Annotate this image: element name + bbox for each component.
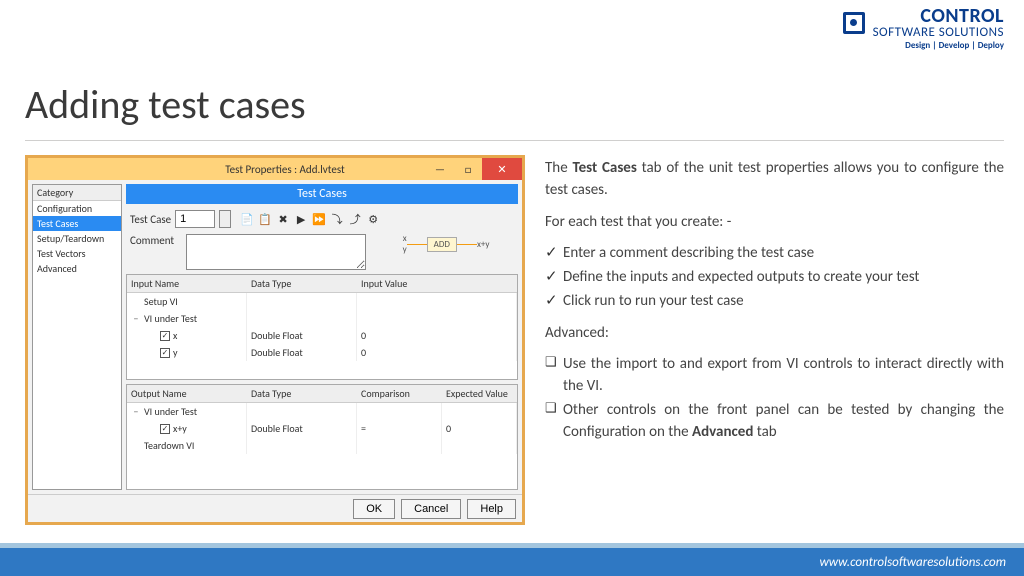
row-type: [247, 403, 357, 420]
slide-title: Adding test cases: [25, 80, 306, 129]
col-data-type[interactable]: Data Type: [247, 275, 357, 292]
row-name: x+y: [173, 422, 187, 435]
table-row[interactable]: − VI under Test: [127, 403, 517, 420]
adv-item-2: Other controls on the front panel can be…: [563, 400, 1004, 444]
sidebar-item-advanced[interactable]: Advanced: [33, 261, 121, 276]
window-titlebar[interactable]: Test Properties : Add.lvtest — □ ✕: [28, 158, 522, 180]
row-name: x: [173, 329, 177, 342]
row-name: y: [173, 346, 178, 359]
row-comparison[interactable]: =: [357, 420, 442, 437]
sidebar-item-test-vectors[interactable]: Test Vectors: [33, 246, 121, 261]
copy-case-icon[interactable]: 📋: [257, 211, 273, 227]
sidebar-item-test-cases[interactable]: Test Cases: [33, 216, 121, 231]
brand-tagline: Design | Develop | Deploy: [843, 39, 1004, 50]
maximize-button[interactable]: □: [454, 158, 482, 180]
row-checkbox[interactable]: ✓: [160, 331, 170, 341]
outputs-grid: Output Name Data Type Comparison Expecte…: [126, 384, 518, 490]
table-row[interactable]: Setup VI: [127, 293, 517, 310]
table-row[interactable]: ✓ x+y Double Float=0: [127, 420, 517, 437]
row-checkbox[interactable]: ✓: [160, 348, 170, 358]
vi-diagram: x y ADD x+y: [378, 234, 514, 256]
cancel-button[interactable]: Cancel: [401, 499, 461, 519]
row-name: VI under Test: [144, 405, 197, 418]
comment-input[interactable]: [186, 234, 366, 270]
col-data-type2[interactable]: Data Type: [247, 385, 357, 402]
diagram-node: ADD: [427, 237, 457, 252]
check-item-0: Enter a comment describing the test case: [563, 243, 1004, 265]
row-expected[interactable]: 0: [442, 420, 517, 437]
test-case-label: Test Case: [130, 213, 171, 226]
row-type: Double Float: [247, 344, 357, 361]
brand-name: CONTROL: [873, 6, 1004, 26]
row-name: VI under Test: [144, 312, 197, 325]
brand-sub: SOFTWARE SOLUTIONS: [873, 26, 1004, 39]
table-row[interactable]: − VI under Test: [127, 310, 517, 327]
desc-paragraph-3: Advanced:: [545, 323, 1004, 345]
help-button[interactable]: Help: [467, 499, 516, 519]
delete-case-icon[interactable]: ✖: [275, 211, 291, 227]
col-expected[interactable]: Expected Value: [442, 385, 517, 402]
row-expected[interactable]: [442, 437, 517, 454]
new-case-icon[interactable]: 📄: [239, 211, 255, 227]
row-type: Double Float: [247, 327, 357, 344]
table-row[interactable]: ✓ y Double Float0: [127, 344, 517, 361]
row-value[interactable]: [357, 310, 517, 327]
row-name: Setup VI: [144, 295, 178, 308]
description-column: The Test Cases tab of the unit test prop…: [545, 158, 1004, 453]
brand-mark-icon: [843, 12, 865, 34]
diagram-out: x+y: [477, 239, 489, 250]
desc-paragraph-1: The Test Cases tab of the unit test prop…: [545, 158, 1004, 202]
row-type: [247, 437, 357, 454]
row-name: Teardown VI: [144, 439, 194, 452]
export-icon[interactable]: ⤴: [347, 211, 363, 227]
col-output-name[interactable]: Output Name: [127, 385, 247, 402]
sidebar-header: Category: [33, 185, 121, 201]
row-value[interactable]: [357, 293, 517, 310]
footer-url: www.controlsoftwaresolutions.com: [819, 555, 1006, 570]
table-row[interactable]: Teardown VI: [127, 437, 517, 454]
check-item-2: Click run to run your test case: [563, 291, 1004, 313]
row-type: [247, 310, 357, 327]
inputs-grid: Input Name Data Type Input Value Setup V…: [126, 274, 518, 380]
test-case-spinner[interactable]: [219, 210, 231, 228]
close-button[interactable]: ✕: [482, 158, 522, 180]
footer-bar: www.controlsoftwaresolutions.com: [0, 548, 1024, 576]
row-value[interactable]: 0: [357, 327, 517, 344]
test-properties-window: Test Properties : Add.lvtest — □ ✕ Categ…: [25, 155, 525, 525]
brand-logo: CONTROL SOFTWARE SOLUTIONS Design | Deve…: [843, 6, 1004, 50]
sidebar-item-configuration[interactable]: Configuration: [33, 201, 121, 216]
adv-item-1: Use the import to and export from VI con…: [563, 354, 1004, 398]
row-value[interactable]: 0: [357, 344, 517, 361]
col-comparison[interactable]: Comparison: [357, 385, 442, 402]
row-type: Double Float: [247, 420, 357, 437]
tree-toggle-icon[interactable]: −: [131, 312, 141, 325]
test-case-number[interactable]: [175, 210, 215, 228]
minimize-button[interactable]: —: [426, 158, 454, 180]
table-row[interactable]: ✓ x Double Float0: [127, 327, 517, 344]
col-input-value[interactable]: Input Value: [357, 275, 517, 292]
run-icon[interactable]: ▶: [293, 211, 309, 227]
category-sidebar: Category ConfigurationTest CasesSetup/Te…: [32, 184, 122, 490]
desc-paragraph-2: For each test that you create: -: [545, 212, 1004, 234]
row-comparison[interactable]: [357, 403, 442, 420]
check-item-1: Define the inputs and expected outputs t…: [563, 267, 1004, 289]
import-icon[interactable]: ⤵: [329, 211, 345, 227]
row-expected[interactable]: [442, 403, 517, 420]
ok-button[interactable]: OK: [353, 499, 395, 519]
tree-toggle-icon[interactable]: −: [131, 405, 141, 418]
diagram-in-y: y: [403, 245, 407, 256]
col-input-name[interactable]: Input Name: [127, 275, 247, 292]
window-icon: [34, 162, 48, 176]
section-banner: Test Cases: [126, 184, 518, 204]
comment-label: Comment: [130, 234, 182, 247]
run-all-icon[interactable]: ⏩: [311, 211, 327, 227]
row-type: [247, 293, 357, 310]
configure-icon[interactable]: ⚙: [365, 211, 381, 227]
row-comparison[interactable]: [357, 437, 442, 454]
sidebar-item-setup-teardown[interactable]: Setup/Teardown: [33, 231, 121, 246]
row-checkbox[interactable]: ✓: [160, 424, 170, 434]
title-rule: [25, 140, 1004, 141]
